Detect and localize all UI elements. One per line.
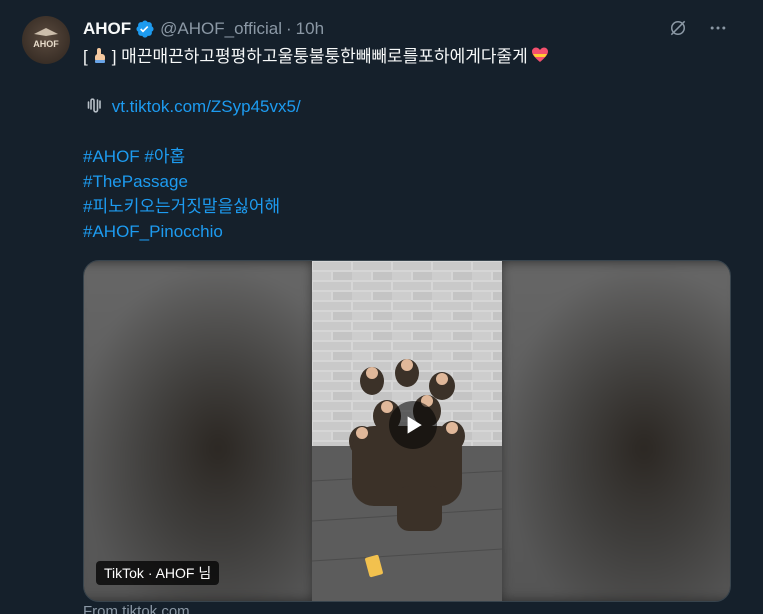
line1-text: ] 매끈매끈하고평평하고울퉁불퉁한빼빼로를포하에게다줄게 [111, 47, 528, 66]
avatar[interactable]: AHOF [22, 16, 70, 64]
hashtag-line-2[interactable]: #ThePassage [83, 169, 733, 194]
separator: · [286, 19, 292, 38]
hashtag-line-3[interactable]: #피노키오는거짓말을싫어해 [83, 194, 733, 219]
heart-ribbon-icon [531, 47, 548, 62]
card-domain[interactable]: From tiktok.com [83, 603, 190, 614]
bracket-open: [ [83, 47, 88, 66]
tweet[interactable]: AHOF AHOF @AHOF_official · 10h [] 매끈매끈하… [0, 0, 763, 614]
tweet-header: AHOF @AHOF_official · 10h [83, 17, 743, 41]
hashtag-line-1[interactable]: #AHOF #아홉 [83, 144, 733, 169]
media-source-label: TikTok · AHOF 님 [96, 561, 220, 585]
verified-badge-icon[interactable] [135, 19, 155, 39]
media-card[interactable]: TikTok · AHOF 님 [83, 260, 731, 602]
text-line-link: vt.tiktok.com/ZSyp45vx5/ [83, 94, 733, 119]
tiktok-link[interactable]: vt.tiktok.com/ZSyp45vx5/ [112, 97, 301, 116]
header-actions [667, 17, 729, 39]
avatar-text: AHOF [33, 39, 59, 49]
pointing-hand-icon [94, 48, 105, 63]
tweet-text: [ ] 매끈매끈하고평평하고울퉁불퉁한빼빼로를포하에게다줄게 vt.tiktok… [83, 44, 733, 244]
more-icon[interactable] [707, 17, 729, 39]
grok-icon[interactable] [667, 17, 689, 39]
blurred-backdrop-left [84, 261, 314, 601]
paperclip-icon [87, 98, 101, 113]
display-name[interactable]: AHOF [83, 18, 131, 40]
avatar-logo: AHOF [33, 28, 59, 49]
author-handle[interactable]: @AHOF_official [160, 18, 282, 40]
play-icon[interactable] [389, 401, 437, 449]
hashtag-line-4[interactable]: #AHOF_Pinocchio [83, 219, 733, 244]
timestamp[interactable]: 10h [296, 18, 324, 40]
blurred-backdrop-right [500, 261, 730, 601]
text-line-1: [ ] 매끈매끈하고평평하고울퉁불퉁한빼빼로를포하에게다줄게 [83, 44, 733, 69]
